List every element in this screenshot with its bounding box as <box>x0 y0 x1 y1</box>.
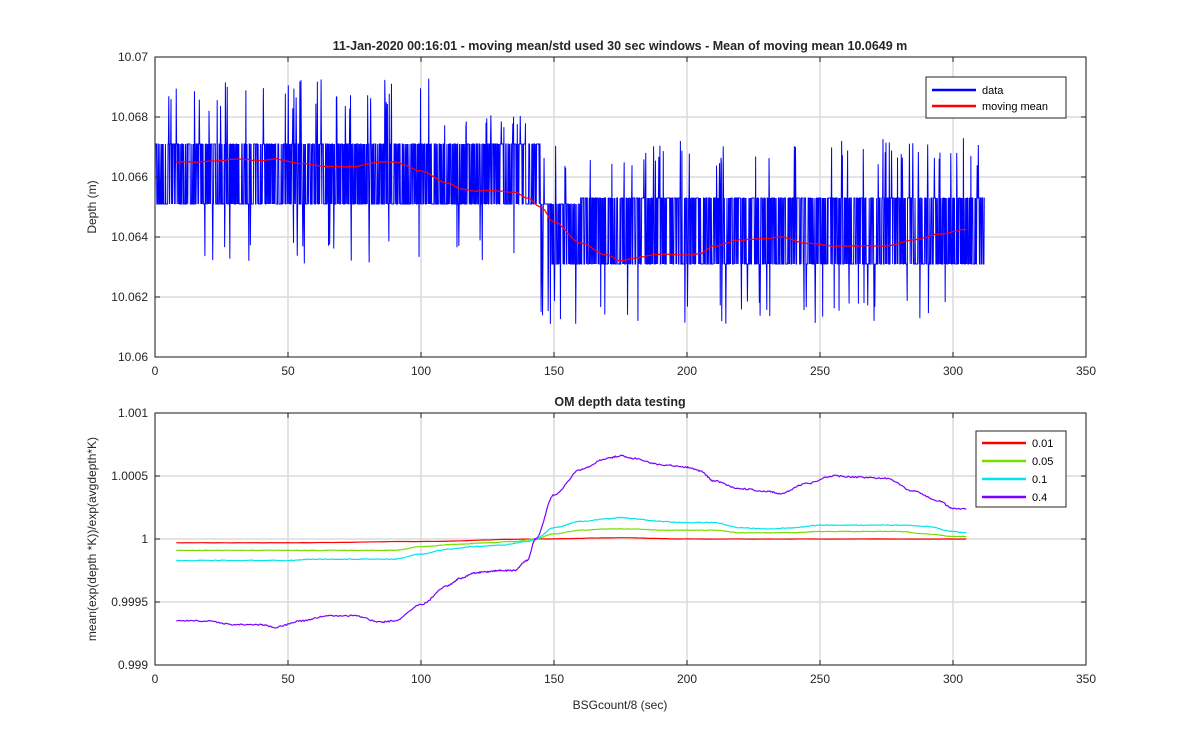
depth-x-tick-label: 350 <box>1076 364 1096 378</box>
om-y-tick-label: 0.999 <box>118 658 148 672</box>
depth-x-tick-label: 100 <box>411 364 431 378</box>
om-x-tick-label: 100 <box>411 672 431 686</box>
figure: 0 50 100 150 200 250 300 35010.0610.06210.06410… <box>0 0 1200 750</box>
depth-y-tick-label: 10.07 <box>118 50 148 64</box>
om-legend-label-0-05: 0.05 <box>1032 456 1053 468</box>
om-x-tick-label: 150 <box>544 672 564 686</box>
depth-chart-title: 11-Jan-2020 00:16:01 - moving mean/std u… <box>333 39 908 53</box>
om-y-axis-label: mean(exp(depth *K))/exp(avgdepth*K) <box>85 437 99 641</box>
om-y-tick-label: 0.9995 <box>111 595 148 609</box>
depth-legend-label-moving-mean: moving mean <box>982 101 1048 113</box>
om-y-tick-label: 1.001 <box>118 406 148 420</box>
om-legend-label-0-1: 0.1 <box>1032 474 1047 486</box>
depth-x-tick-label: 150 <box>544 364 564 378</box>
om-x-tick-label: 0 <box>152 672 159 686</box>
depth-x-tick-label: 0 <box>152 364 159 378</box>
depth-y-tick-label: 10.064 <box>111 230 148 244</box>
depth-legend-label-data: data <box>982 85 1004 97</box>
om-legend: 0.01 0.05 0.1 0.4 <box>975 430 1067 508</box>
depth-x-tick-label: 200 <box>677 364 697 378</box>
depth-y-tick-label: 10.062 <box>111 290 148 304</box>
om-x-tick-label: 50 <box>281 672 295 686</box>
om-x-tick-label: 300 <box>943 672 963 686</box>
depth-y-tick-label: 10.066 <box>111 170 148 184</box>
om-axes: 0 50 100 150 200 250 300 350 0.999 0.9995 1 1.0005 1… <box>85 395 1096 712</box>
depth-y-axis-label: Depth (m) <box>85 180 99 233</box>
om-legend-label-0-4: 0.4 <box>1032 492 1047 504</box>
om-x-tick-label: 350 <box>1076 672 1096 686</box>
depth-y-tick-label: 10.068 <box>111 110 148 124</box>
depth-legend: data moving mean <box>925 76 1067 119</box>
depth-x-tick-label: 300 <box>943 364 963 378</box>
depth-x-tick-label: 250 <box>810 364 830 378</box>
om-chart-title: OM depth data testing <box>554 395 685 409</box>
om-y-tick-label: 1.0005 <box>111 469 148 483</box>
om-y-tick-label: 1 <box>141 532 148 546</box>
depth-axes: 0 50 100 150 200 250 300 350 10.06 10.062 10.064 10… <box>85 39 1096 378</box>
om-x-tick-label: 250 <box>810 672 830 686</box>
om-x-tick-label: 200 <box>677 672 697 686</box>
om-x-axis-label: BSGcount/8 (sec) <box>573 698 668 712</box>
depth-y-tick-label: 10.06 <box>118 350 148 364</box>
om-legend-label-0-01: 0.01 <box>1032 438 1053 450</box>
depth-x-tick-label: 50 <box>281 364 295 378</box>
